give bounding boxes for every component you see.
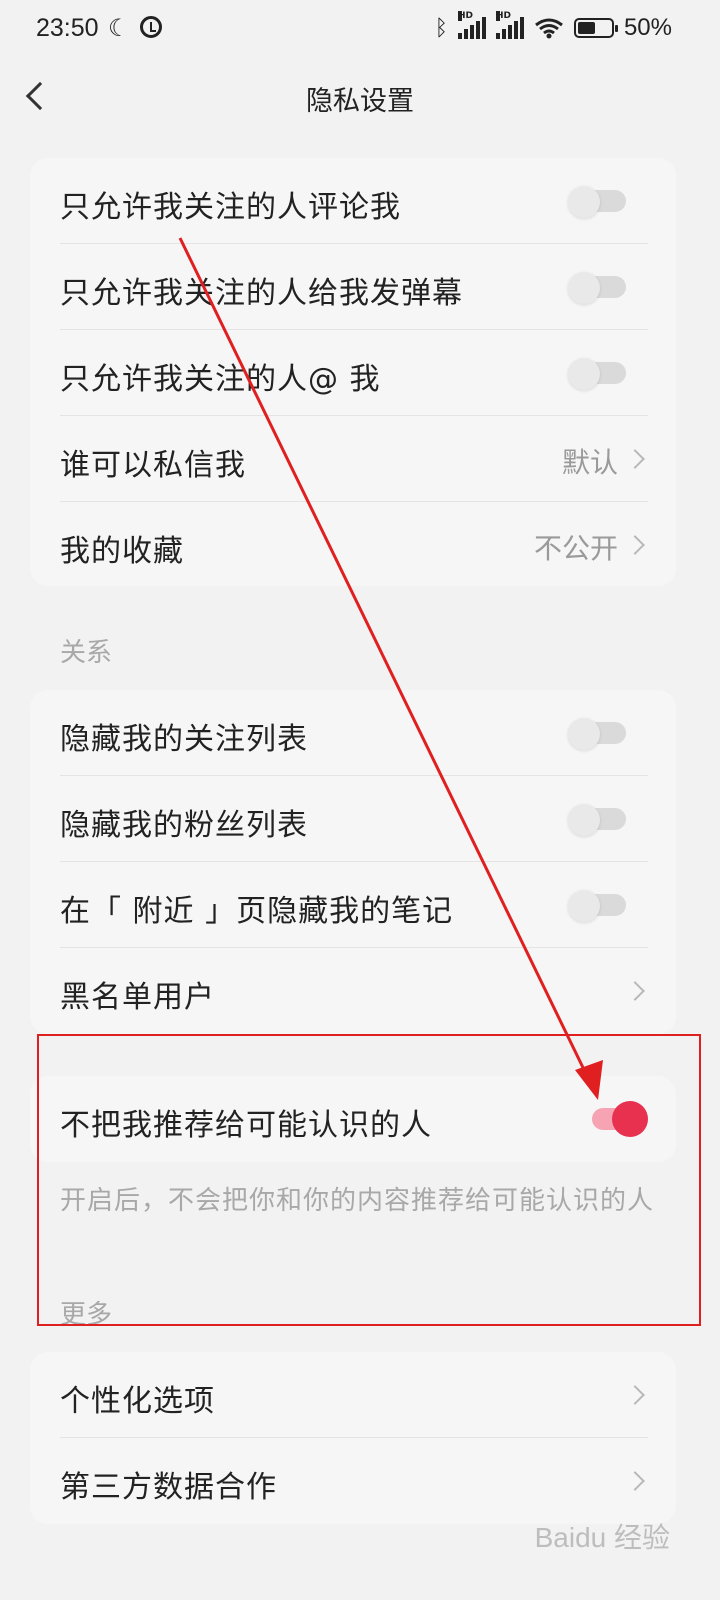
danmaku-toggle[interactable]	[568, 272, 626, 304]
hide-following-toggle[interactable]	[568, 718, 626, 750]
collection-value: 不公开	[533, 532, 618, 565]
setting-label: 隐藏我的粉丝列表	[60, 808, 308, 843]
alarm-icon	[140, 16, 162, 38]
section-header-relation: 关系	[60, 638, 113, 668]
chevron-right-icon	[625, 981, 645, 1001]
setting-row-third-party[interactable]: 第三方数据合作	[30, 1438, 676, 1524]
setting-label: 只允许我关注的人给我发弹幕	[60, 276, 463, 311]
comment-toggle[interactable]	[568, 186, 626, 218]
setting-row-comment[interactable]: 只允许我关注的人评论我	[30, 158, 676, 244]
baidu-watermark: Baidu 经验	[534, 1522, 670, 1553]
setting-label: 只允许我关注的人评论我	[60, 190, 401, 225]
setting-row-hide-fans[interactable]: 隐藏我的粉丝列表	[30, 776, 676, 862]
chevron-right-icon	[625, 1385, 645, 1405]
status-icons: ᛒ HD HD 50%	[434, 11, 672, 42]
setting-row-collection[interactable]: 我的收藏 不公开	[30, 502, 676, 588]
more-card: 个性化选项 第三方数据合作	[30, 1352, 676, 1524]
setting-row-personalization[interactable]: 个性化选项	[30, 1352, 676, 1438]
setting-label: 黑名单用户	[60, 980, 215, 1015]
setting-label: 隐藏我的关注列表	[60, 722, 308, 757]
setting-row-danmaku[interactable]: 只允许我关注的人给我发弹幕	[30, 244, 676, 330]
setting-label: 谁可以私信我	[60, 448, 246, 483]
status-bar: 23:50 ☾ ᛒ HD HD 50%	[0, 0, 720, 64]
page-title: 隐私设置	[306, 86, 414, 117]
moon-icon: ☾	[108, 14, 130, 42]
setting-label: 个性化选项	[60, 1384, 215, 1419]
setting-row-hide-nearby[interactable]: 在「 附近 」页隐藏我的笔记	[30, 862, 676, 948]
setting-label: 第三方数据合作	[60, 1470, 277, 1505]
signal-icon: HD	[457, 11, 486, 39]
annotation-highlight-box	[37, 1034, 701, 1326]
chevron-right-icon	[625, 535, 645, 555]
setting-row-hide-following[interactable]: 隐藏我的关注列表	[30, 690, 676, 776]
setting-row-mention[interactable]: 只允许我关注的人@ 我	[30, 330, 676, 416]
privacy-card: 只允许我关注的人评论我 只允许我关注的人给我发弹幕 只允许我关注的人@ 我 谁可…	[30, 158, 676, 586]
battery-icon	[573, 18, 618, 38]
hide-nearby-toggle[interactable]	[568, 890, 626, 922]
hide-fans-toggle[interactable]	[568, 804, 626, 836]
setting-label: 在「 附近 」页隐藏我的笔记	[60, 894, 454, 929]
chevron-right-icon	[625, 449, 645, 469]
chevron-right-icon	[625, 1471, 645, 1491]
setting-label: 只允许我关注的人@ 我	[60, 362, 381, 397]
battery-percent: 50%	[623, 14, 672, 41]
wifi-icon	[535, 18, 563, 39]
bluetooth-icon: ᛒ	[434, 15, 448, 41]
nav-bar: 隐私设置	[0, 64, 720, 132]
setting-row-blacklist[interactable]: 黑名单用户	[30, 948, 676, 1034]
setting-row-message[interactable]: 谁可以私信我 默认	[30, 416, 676, 502]
message-value: 默认	[561, 446, 618, 479]
relation-card: 隐藏我的关注列表 隐藏我的粉丝列表 在「 附近 」页隐藏我的笔记 黑名单用户	[30, 690, 676, 1034]
status-time: 23:50	[36, 14, 99, 42]
signal-icon-2: HD	[495, 11, 524, 39]
mention-toggle[interactable]	[568, 358, 626, 390]
setting-label: 我的收藏	[60, 534, 184, 569]
